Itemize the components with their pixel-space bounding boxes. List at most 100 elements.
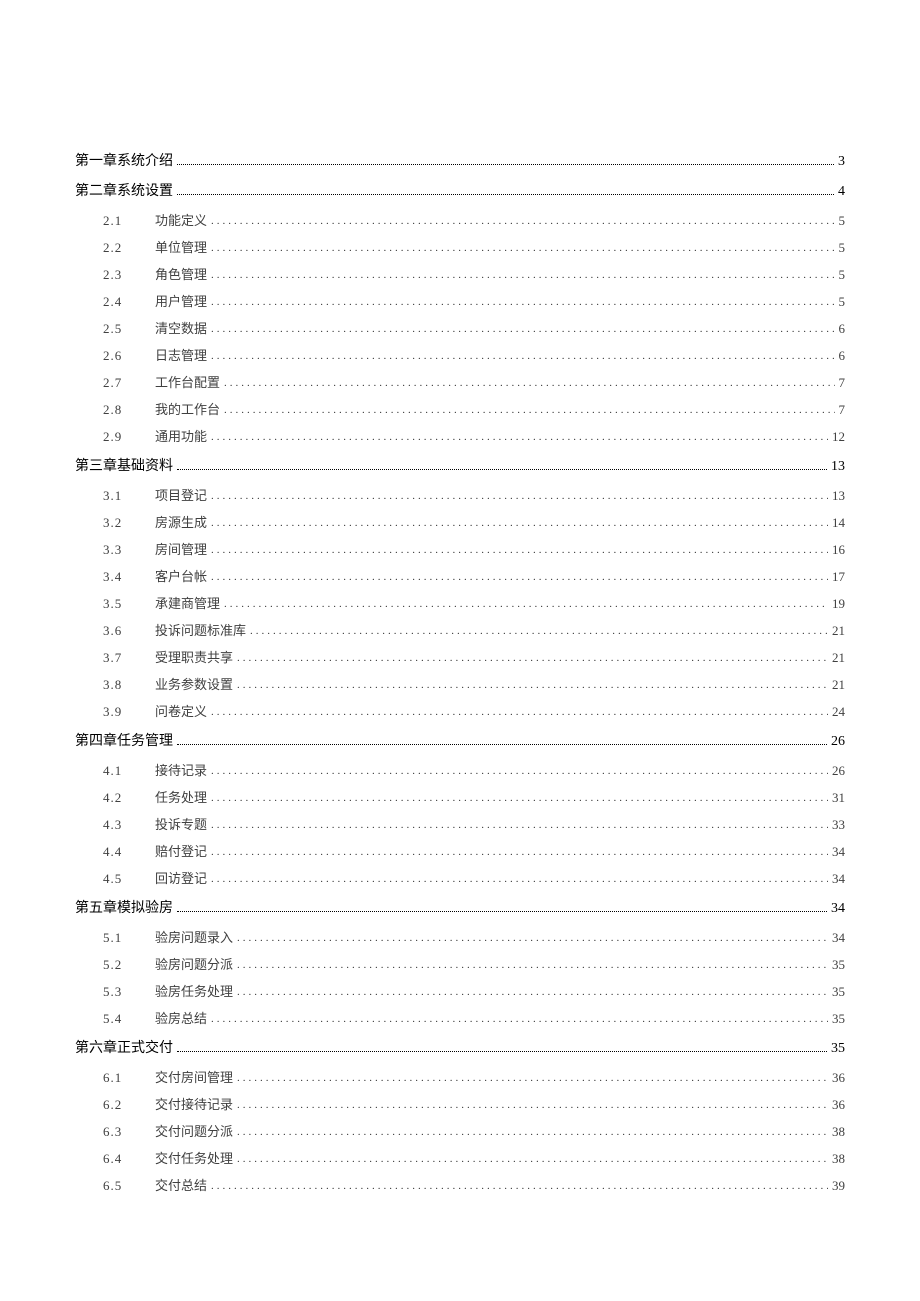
toc-leader-dots	[237, 1153, 828, 1165]
toc-page-number: 39	[832, 1178, 845, 1194]
toc-sub-row[interactable]: 6.1交付房间管理 36	[75, 1067, 845, 1086]
toc-leader-dots	[211, 242, 834, 254]
toc-page-number: 26	[831, 734, 845, 750]
toc-sub-row[interactable]: 4.2任务处理31	[75, 787, 845, 806]
toc-sub-title: 接待记录	[155, 760, 207, 779]
toc-sub-row[interactable]: 6.2交付接待记录36	[75, 1094, 845, 1113]
toc-sub-title: 工作台配置	[155, 372, 220, 391]
toc-sub-row[interactable]: 2.6日志管理6	[75, 345, 845, 364]
toc-sub-title: 交付任务处理	[155, 1148, 233, 1167]
toc-sub-number: 2.1	[103, 213, 155, 229]
toc-leader-dots	[211, 706, 828, 718]
toc-sub-row[interactable]: 2.4用户管理5	[75, 291, 845, 310]
toc-page-number: 24	[832, 704, 845, 720]
toc-sub-row[interactable]: 2.8我的工作台7	[75, 399, 845, 418]
toc-sub-row[interactable]: 6.3交付问题分派38	[75, 1121, 845, 1140]
toc-sub-row[interactable]: 4.4赔付登记34	[75, 841, 845, 860]
toc-chapter-row[interactable]: 第四章任务管理26	[75, 730, 845, 750]
toc-leader-dots	[237, 652, 828, 664]
toc-sub-row[interactable]: 3.9问卷定义24	[75, 701, 845, 720]
toc-sub-row[interactable]: 5.1验房问题录入34	[75, 927, 845, 946]
toc-sub-title: 日志管理	[155, 345, 207, 364]
toc-leader-dots	[211, 765, 828, 777]
toc-chapter-row[interactable]: 第五章模拟验房34	[75, 897, 845, 917]
toc-sub-row[interactable]: 4.3投诉专题33	[75, 814, 845, 833]
toc-leader-dots	[177, 1051, 827, 1052]
toc-leader-dots	[224, 377, 834, 389]
toc-page-number: 7	[839, 375, 846, 391]
toc-chapter-row[interactable]: 第一章系统介绍3	[75, 150, 845, 170]
toc-leader-dots	[237, 679, 828, 691]
toc-sub-title: 验房问题录入	[155, 927, 233, 946]
toc-leader-dots	[237, 1126, 828, 1138]
toc-leader-dots	[177, 911, 827, 912]
toc-page-number: 5	[839, 267, 846, 283]
toc-sub-number: 3.7	[103, 650, 155, 666]
toc-page-number: 12	[832, 429, 845, 445]
toc-sub-title: 受理职责共享	[155, 647, 233, 666]
toc-sub-number: 2.8	[103, 402, 155, 418]
toc-sub-number: 2.3	[103, 267, 155, 283]
toc-sub-row[interactable]: 6.4交付任务处理 38	[75, 1148, 845, 1167]
toc-sub-number: 4.1	[103, 763, 155, 779]
toc-sub-row[interactable]: 5.4验房总结35	[75, 1008, 845, 1027]
toc-page-number: 36	[832, 1070, 845, 1086]
toc-sub-row[interactable]: 5.2验房问题分派35	[75, 954, 845, 973]
toc-page-number: 36	[832, 1097, 845, 1113]
toc-page-number: 26	[832, 763, 845, 779]
toc-sub-row[interactable]: 3.3房间管理16	[75, 539, 845, 558]
toc-page-number: 5	[839, 294, 846, 310]
toc-sub-row[interactable]: 3.1项目登记13	[75, 485, 845, 504]
toc-sub-number: 6.4	[103, 1151, 155, 1167]
toc-sub-title: 业务参数设置	[155, 674, 233, 693]
toc-chapter-row[interactable]: 第六章正式交付35	[75, 1037, 845, 1057]
toc-sub-row[interactable]: 2.1功能定义5	[75, 210, 845, 229]
toc-leader-dots	[211, 269, 834, 281]
toc-page-number: 5	[839, 213, 846, 229]
toc-sub-title: 交付房间管理	[155, 1067, 233, 1086]
toc-chapter-row[interactable]: 第二章系统设置4	[75, 180, 845, 200]
toc-sub-row[interactable]: 6.5交付总结39	[75, 1175, 845, 1194]
toc-chapter-row[interactable]: 第三章基础资料13	[75, 455, 845, 475]
toc-sub-number: 6.5	[103, 1178, 155, 1194]
toc-leader-dots	[211, 792, 828, 804]
toc-sub-row[interactable]: 3.5承建商管理19	[75, 593, 845, 612]
toc-page-number: 6	[839, 321, 846, 337]
toc-sub-number: 4.2	[103, 790, 155, 806]
toc-leader-dots	[211, 846, 828, 858]
toc-sub-row[interactable]: 4.1接待记录 26	[75, 760, 845, 779]
toc-sub-row[interactable]: 4.5回访登记34	[75, 868, 845, 887]
toc-leader-dots	[211, 350, 834, 362]
toc-sub-row[interactable]: 3.6投诉问题标准库21	[75, 620, 845, 639]
toc-sub-row[interactable]: 3.4客户台帐17	[75, 566, 845, 585]
toc-page-number: 34	[832, 930, 845, 946]
toc-page-number: 6	[839, 348, 846, 364]
toc-leader-dots	[237, 1099, 828, 1111]
toc-chapter-title: 第五章模拟验房	[75, 897, 173, 917]
toc-page-number: 35	[832, 1011, 845, 1027]
toc-page-number: 21	[832, 650, 845, 666]
toc-sub-number: 3.8	[103, 677, 155, 693]
toc-sub-row[interactable]: 2.5清空数据6	[75, 318, 845, 337]
toc-sub-row[interactable]: 2.9通用功能12	[75, 426, 845, 445]
toc-sub-row[interactable]: 5.3验房任务处理35	[75, 981, 845, 1000]
toc-page-number: 4	[838, 184, 845, 200]
toc-sub-title: 房间管理	[155, 539, 207, 558]
toc-sub-row[interactable]: 2.7工作台配置7	[75, 372, 845, 391]
toc-leader-dots	[211, 873, 828, 885]
toc-sub-title: 验房总结	[155, 1008, 207, 1027]
toc-page-number: 38	[832, 1124, 845, 1140]
toc-leader-dots	[211, 215, 834, 227]
toc-sub-title: 验房问题分派	[155, 954, 233, 973]
toc-sub-number: 6.1	[103, 1070, 155, 1086]
toc-leader-dots	[211, 1013, 828, 1025]
toc-sub-number: 4.3	[103, 817, 155, 833]
toc-page-number: 38	[832, 1151, 845, 1167]
toc-sub-row[interactable]: 2.2单位管理5	[75, 237, 845, 256]
toc-sub-row[interactable]: 2.3角色管理5	[75, 264, 845, 283]
toc-sub-row[interactable]: 3.8业务参数设置21	[75, 674, 845, 693]
toc-sub-row[interactable]: 3.7受理职责共享 21	[75, 647, 845, 666]
toc-sub-row[interactable]: 3.2房源生成14	[75, 512, 845, 531]
toc-page-number: 33	[832, 817, 845, 833]
toc-sub-number: 6.2	[103, 1097, 155, 1113]
